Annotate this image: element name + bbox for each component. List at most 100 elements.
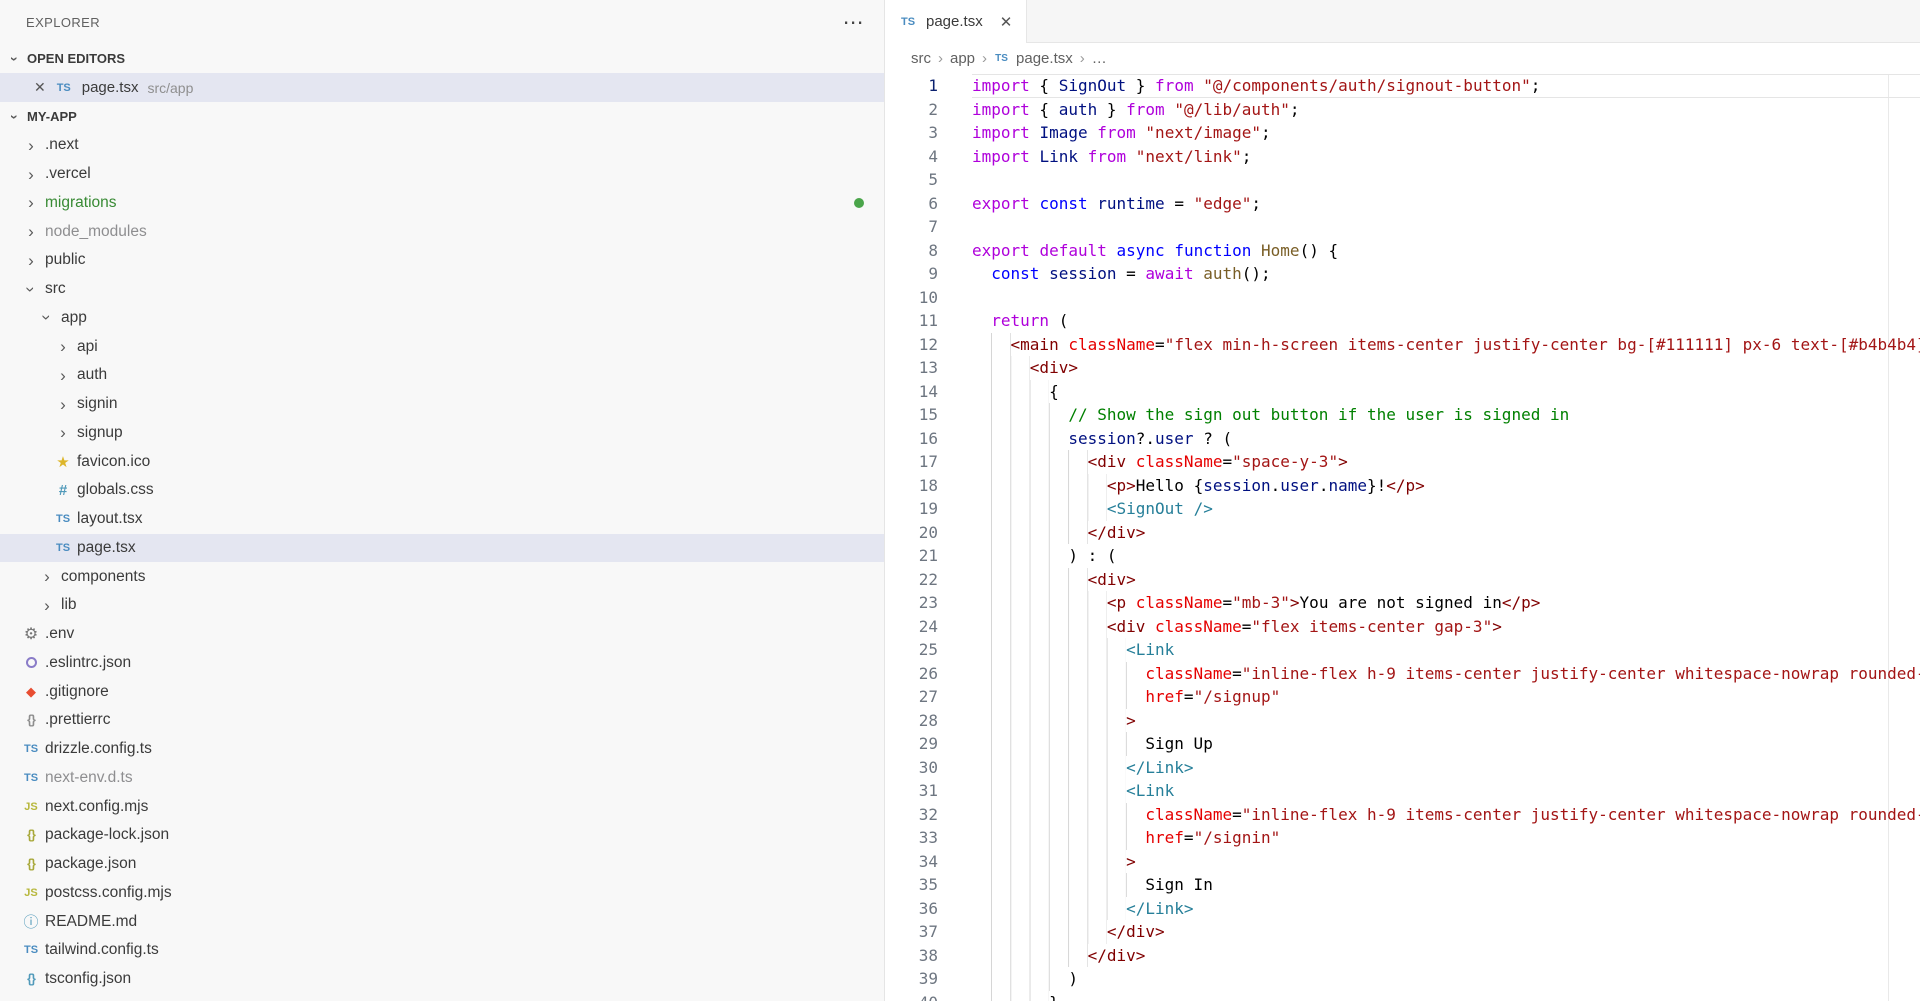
- close-icon[interactable]: ✕: [1000, 13, 1013, 31]
- tree-item-favicon.ico[interactable]: ★favicon.ico: [0, 447, 884, 476]
- code-line[interactable]: 27href="/signup": [885, 685, 1920, 709]
- tree-item-layout.tsx[interactable]: TSlayout.tsx: [0, 505, 884, 534]
- line-number[interactable]: 24: [885, 615, 972, 639]
- code-line[interactable]: 30</Link>: [885, 756, 1920, 780]
- code-line[interactable]: 24<div className="flex items-center gap-…: [885, 615, 1920, 639]
- line-number[interactable]: 13: [885, 356, 972, 380]
- code-line[interactable]: 36</Link>: [885, 897, 1920, 921]
- line-number[interactable]: 4: [885, 145, 972, 169]
- tree-item-signin[interactable]: ›signin: [0, 390, 884, 419]
- breadcrumb-src[interactable]: src: [911, 50, 931, 67]
- tree-item-app[interactable]: ›app: [0, 304, 884, 333]
- chevron-right-icon[interactable]: ›: [22, 223, 40, 240]
- tree-item-.env[interactable]: ⚙.env: [0, 620, 884, 649]
- line-number[interactable]: 38: [885, 944, 972, 968]
- code-line[interactable]: 22<div>: [885, 568, 1920, 592]
- chevron-right-icon[interactable]: ›: [38, 597, 56, 614]
- chevron-right-icon[interactable]: ›: [22, 137, 40, 154]
- workspace-section-header[interactable]: › MY-APP: [0, 102, 884, 131]
- code-line[interactable]: 11return (: [885, 309, 1920, 333]
- code-line[interactable]: 8export default async function Home() {: [885, 239, 1920, 263]
- code-line[interactable]: 1import { SignOut } from "@/components/a…: [885, 74, 1920, 98]
- tree-item-next.config.mjs[interactable]: JSnext.config.mjs: [0, 792, 884, 821]
- line-number[interactable]: 17: [885, 450, 972, 474]
- code-line[interactable]: 7: [885, 215, 1920, 239]
- line-number[interactable]: 28: [885, 709, 972, 733]
- tree-item-next-env.d.ts[interactable]: TSnext-env.d.ts: [0, 764, 884, 793]
- line-number[interactable]: 39: [885, 967, 972, 991]
- tree-item-postcss.config.mjs[interactable]: JSpostcss.config.mjs: [0, 879, 884, 908]
- tree-item-.gitignore[interactable]: ◆.gitignore: [0, 677, 884, 706]
- line-number[interactable]: 25: [885, 638, 972, 662]
- code-line[interactable]: 6export const runtime = "edge";: [885, 192, 1920, 216]
- chevron-right-icon[interactable]: ›: [54, 396, 72, 413]
- line-number[interactable]: 35: [885, 873, 972, 897]
- open-editor-item[interactable]: ✕ TS page.tsx src/app: [0, 73, 884, 102]
- chevron-right-icon[interactable]: ›: [22, 194, 40, 211]
- code-editor[interactable]: 1import { SignOut } from "@/components/a…: [885, 74, 1920, 1001]
- breadcrumb-symbol-ellipsis[interactable]: …: [1092, 50, 1107, 67]
- line-number[interactable]: 34: [885, 850, 972, 874]
- tree-item-migrations[interactable]: ›migrations: [0, 189, 884, 218]
- tree-item-.prettierrc[interactable]: {}.prettierrc: [0, 706, 884, 735]
- line-number[interactable]: 6: [885, 192, 972, 216]
- line-number[interactable]: 3: [885, 121, 972, 145]
- tree-item-src[interactable]: ›src: [0, 275, 884, 304]
- code-line[interactable]: 25<Link: [885, 638, 1920, 662]
- line-number[interactable]: 23: [885, 591, 972, 615]
- tree-item-node-modules[interactable]: ›node_modules: [0, 217, 884, 246]
- code-line[interactable]: 33href="/signin": [885, 826, 1920, 850]
- code-line[interactable]: 15// Show the sign out button if the use…: [885, 403, 1920, 427]
- line-number[interactable]: 29: [885, 732, 972, 756]
- code-line[interactable]: 16session?.user ? (: [885, 427, 1920, 451]
- code-line[interactable]: 3import Image from "next/image";: [885, 121, 1920, 145]
- chevron-down-icon[interactable]: ›: [8, 52, 22, 66]
- code-line[interactable]: 14{: [885, 380, 1920, 404]
- tree-item-.vercel[interactable]: ›.vercel: [0, 160, 884, 189]
- line-number[interactable]: 36: [885, 897, 972, 921]
- chevron-right-icon[interactable]: ›: [38, 568, 56, 585]
- chevron-down-icon[interactable]: ›: [23, 280, 40, 298]
- code-line[interactable]: 31<Link: [885, 779, 1920, 803]
- code-line[interactable]: 37</div>: [885, 920, 1920, 944]
- code-line[interactable]: 9const session = await auth();: [885, 262, 1920, 286]
- breadcrumb-page-tsx[interactable]: page.tsx: [1016, 50, 1073, 67]
- code-line[interactable]: 32className="inline-flex h-9 items-cente…: [885, 803, 1920, 827]
- line-number[interactable]: 37: [885, 920, 972, 944]
- line-number[interactable]: 20: [885, 521, 972, 545]
- line-number[interactable]: 19: [885, 497, 972, 521]
- code-line[interactable]: 17<div className="space-y-3">: [885, 450, 1920, 474]
- tree-item-lib[interactable]: ›lib: [0, 591, 884, 620]
- tree-item-auth[interactable]: ›auth: [0, 361, 884, 390]
- code-line[interactable]: 35Sign In: [885, 873, 1920, 897]
- code-line[interactable]: 18<p>Hello {session.user.name}!</p>: [885, 474, 1920, 498]
- tree-item-globals.css[interactable]: #globals.css: [0, 476, 884, 505]
- chevron-down-icon[interactable]: ›: [39, 309, 56, 327]
- tree-item-package.json[interactable]: {}package.json: [0, 850, 884, 879]
- code-line[interactable]: 29Sign Up: [885, 732, 1920, 756]
- tab-page-tsx[interactable]: TS page.tsx ✕: [885, 0, 1027, 43]
- tree-item-tsconfig.json[interactable]: {}tsconfig.json: [0, 965, 884, 994]
- line-number[interactable]: 40: [885, 991, 972, 1001]
- line-number[interactable]: 18: [885, 474, 972, 498]
- line-number[interactable]: 21: [885, 544, 972, 568]
- chevron-right-icon[interactable]: ›: [22, 166, 40, 183]
- code-line[interactable]: 26className="inline-flex h-9 items-cente…: [885, 662, 1920, 686]
- tree-item-components[interactable]: ›components: [0, 562, 884, 591]
- code-line[interactable]: 40}: [885, 991, 1920, 1001]
- line-number[interactable]: 33: [885, 826, 972, 850]
- code-line[interactable]: 28>: [885, 709, 1920, 733]
- code-line[interactable]: 38</div>: [885, 944, 1920, 968]
- line-number[interactable]: 12: [885, 333, 972, 357]
- line-number[interactable]: 26: [885, 662, 972, 686]
- code-line[interactable]: 5: [885, 168, 1920, 192]
- line-number[interactable]: 16: [885, 427, 972, 451]
- tree-item-public[interactable]: ›public: [0, 246, 884, 275]
- line-number[interactable]: 11: [885, 309, 972, 333]
- line-number[interactable]: 31: [885, 779, 972, 803]
- code-line[interactable]: 4import Link from "next/link";: [885, 145, 1920, 169]
- code-line[interactable]: 19<SignOut />: [885, 497, 1920, 521]
- chevron-right-icon[interactable]: ›: [22, 252, 40, 269]
- line-number[interactable]: 14: [885, 380, 972, 404]
- line-number[interactable]: 5: [885, 168, 972, 192]
